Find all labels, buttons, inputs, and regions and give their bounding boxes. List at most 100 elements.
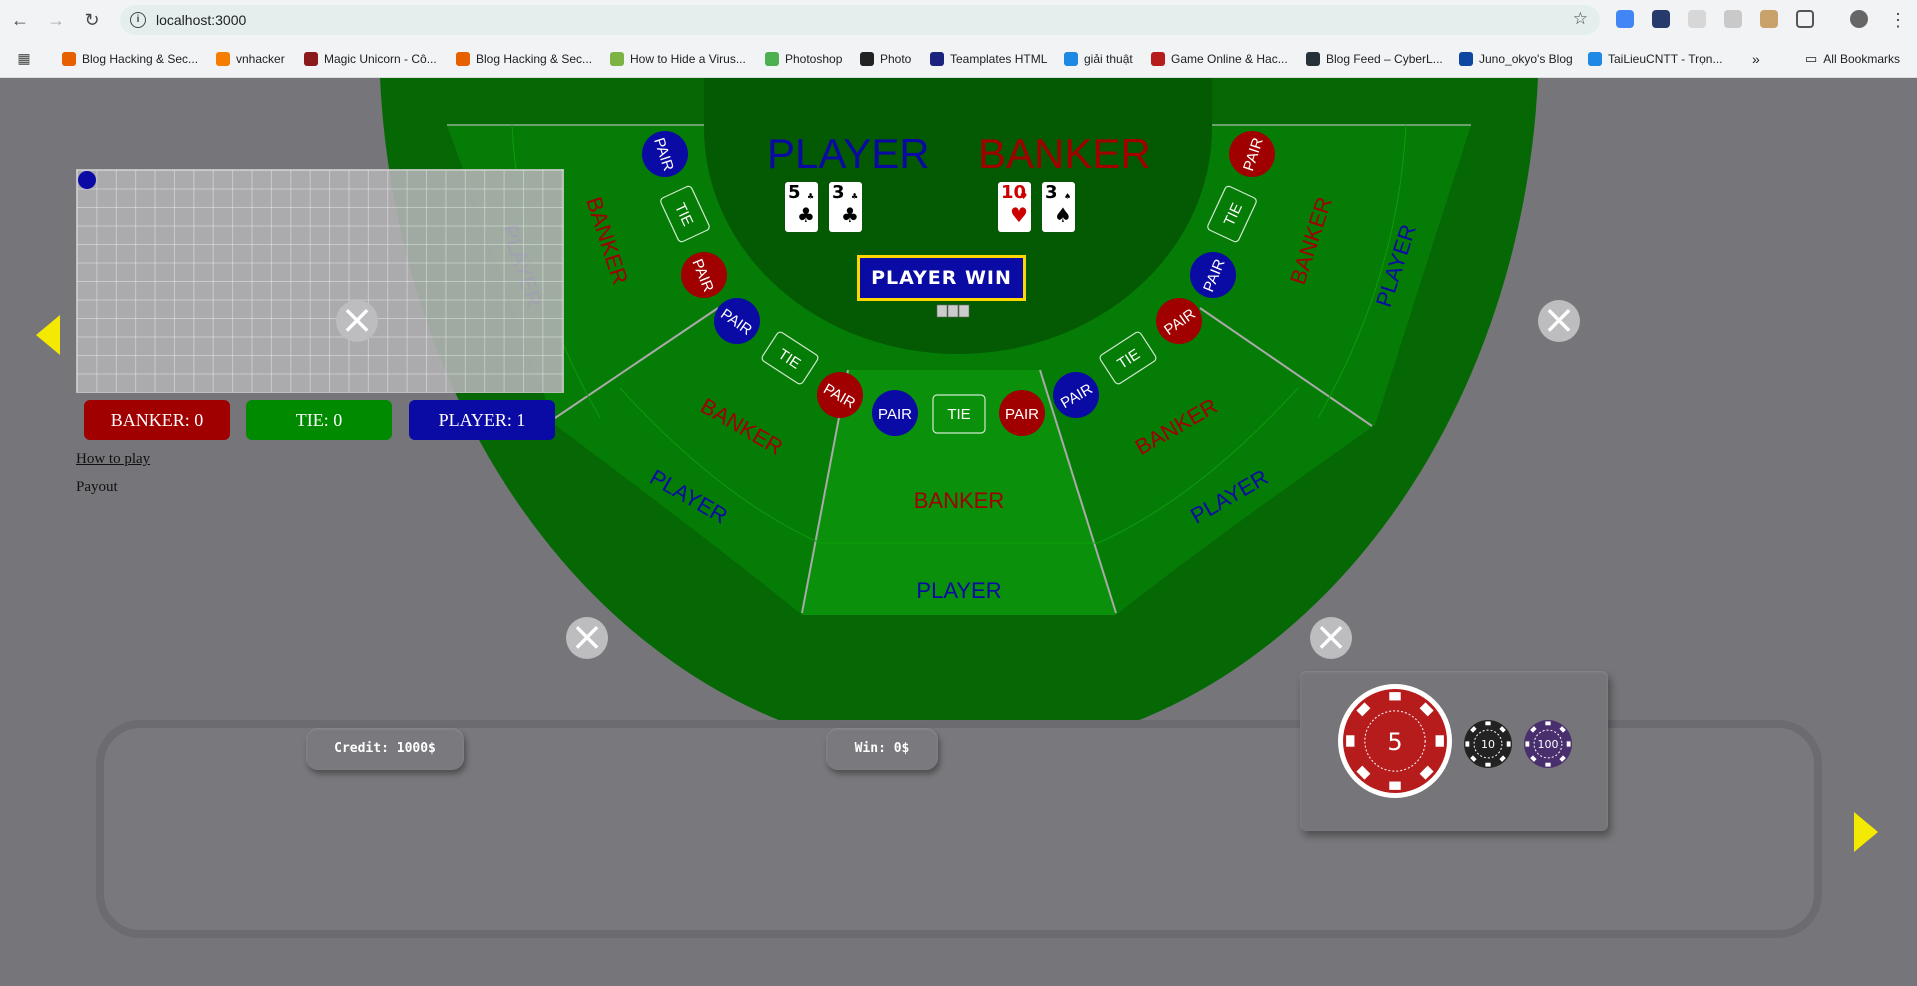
extension-icon[interactable] bbox=[1760, 10, 1778, 28]
bookmark-label: Blog Hacking & Sec... bbox=[82, 52, 199, 66]
address-url[interactable]: localhost:3000 bbox=[156, 12, 246, 28]
card-suit-icon: ♠ bbox=[1054, 203, 1072, 227]
profile-avatar[interactable] bbox=[1850, 10, 1868, 28]
bookmarks-bar: ▦ Blog Hacking & Sec... vnhacker Magic Uni… bbox=[0, 40, 1917, 78]
bookmark-favicon-icon bbox=[304, 52, 318, 66]
bookmark-favicon-icon bbox=[930, 52, 944, 66]
player-pair-bet[interactable]: PAIR bbox=[1053, 372, 1099, 418]
bookmark-favicon-icon bbox=[1151, 52, 1165, 66]
chip-10[interactable]: 10 bbox=[1464, 720, 1512, 768]
banker-pair-bet[interactable]: PAIR bbox=[999, 390, 1045, 436]
banker-card: 10 ♥ ♥ bbox=[998, 182, 1031, 232]
forward-icon[interactable]: → bbox=[44, 8, 68, 32]
how-to-play-link[interactable]: How to play bbox=[76, 451, 150, 468]
banker-pair-bet[interactable]: PAIR bbox=[817, 372, 863, 418]
bookmark-label: Magic Unicorn - Cô... bbox=[324, 52, 437, 66]
site-info-icon[interactable]: i bbox=[130, 12, 146, 28]
bookmark-item[interactable]: Magic Unicorn - Cô... bbox=[304, 50, 437, 68]
bookmark-label: Photo bbox=[880, 52, 912, 66]
bookmark-label: Blog Feed – CyberL... bbox=[1326, 52, 1443, 66]
address-bar[interactable]: i localhost:3000 ☆ bbox=[120, 5, 1600, 35]
extension-icon[interactable] bbox=[1724, 10, 1742, 28]
banker-pair-bet[interactable]: PAIR bbox=[1156, 298, 1202, 344]
reload-icon[interactable]: ↻ bbox=[80, 8, 104, 32]
player-pair-bet[interactable]: PAIR bbox=[642, 131, 688, 177]
banker-pair-bet[interactable]: PAIR bbox=[1229, 131, 1275, 177]
card-shoe-icon bbox=[936, 304, 970, 318]
bookmark-label: Game Online & Hac... bbox=[1171, 52, 1288, 66]
win-display: Win: 0$ bbox=[826, 728, 938, 770]
player-pair-bet[interactable]: PAIR bbox=[714, 298, 760, 344]
credit-display: Credit: 1000$ bbox=[306, 728, 464, 770]
prev-arrow-icon[interactable] bbox=[36, 315, 60, 355]
bookmark-favicon-icon bbox=[1306, 52, 1320, 66]
bookmark-favicon-icon bbox=[62, 52, 76, 66]
banker-count-badge: BANKER: 0 bbox=[84, 400, 230, 440]
bet-banker-label[interactable]: BANKER bbox=[914, 488, 1004, 513]
extensions-puzzle-icon[interactable] bbox=[1796, 10, 1814, 28]
player-pair-bet[interactable]: PAIR bbox=[872, 390, 918, 436]
bookmark-item[interactable]: How to Hide a Virus... bbox=[610, 50, 746, 68]
player-hand-label: PLAYER bbox=[767, 130, 930, 177]
roadmap-player-dot bbox=[78, 171, 96, 189]
result-banner: PLAYER WIN bbox=[857, 255, 1026, 301]
clear-bet-close-icon[interactable]: × bbox=[1538, 300, 1580, 342]
banker-pair-bet[interactable]: PAIR bbox=[681, 252, 727, 298]
bookmark-item[interactable]: Game Online & Hac... bbox=[1151, 50, 1288, 68]
player-count-badge: PLAYER: 1 bbox=[409, 400, 555, 440]
bookmark-item[interactable]: Blog Feed – CyberL... bbox=[1306, 50, 1443, 68]
svg-text:TIE: TIE bbox=[947, 406, 970, 423]
bookmark-label: How to Hide a Virus... bbox=[630, 52, 746, 66]
bookmark-item[interactable]: Photo bbox=[860, 50, 911, 68]
clear-bet-close-icon[interactable]: × bbox=[1310, 617, 1352, 659]
menu-dots-icon[interactable]: ⋮ bbox=[1886, 8, 1910, 32]
react-extension-icon[interactable] bbox=[1652, 10, 1670, 28]
bookmark-label: vnhacker bbox=[236, 52, 285, 66]
back-icon[interactable]: ← bbox=[8, 8, 32, 32]
card-rank: 5 bbox=[788, 182, 801, 203]
bookmark-favicon-icon bbox=[860, 52, 874, 66]
card-rank: 3 bbox=[832, 182, 845, 203]
bookmark-favicon-icon bbox=[456, 52, 470, 66]
bookmark-star-icon[interactable]: ☆ bbox=[1573, 9, 1588, 29]
extension-icon[interactable] bbox=[1688, 10, 1706, 28]
chip-100[interactable]: 100 bbox=[1524, 720, 1572, 768]
bookmark-favicon-icon bbox=[1459, 52, 1473, 66]
all-bookmarks-label: All Bookmarks bbox=[1823, 52, 1900, 66]
bookmark-item[interactable]: Teamplates HTML bbox=[930, 50, 1047, 68]
roadmap-grid bbox=[76, 169, 564, 393]
chip-5[interactable]: 5 bbox=[1338, 684, 1452, 798]
clear-bet-close-icon[interactable]: × bbox=[566, 617, 608, 659]
more-bookmarks-icon[interactable]: » bbox=[1752, 50, 1760, 68]
bookmark-favicon-icon bbox=[216, 52, 230, 66]
translate-extension-icon[interactable] bbox=[1616, 10, 1634, 28]
bookmark-item[interactable]: Blog Hacking & Sec... bbox=[456, 50, 592, 68]
card-suit-icon: ♥ bbox=[1010, 203, 1028, 227]
bookmark-item[interactable]: Juno_okyo's Blog bbox=[1459, 50, 1573, 68]
apps-grid-icon[interactable]: ▦ bbox=[12, 46, 36, 70]
bookmark-label: Teamplates HTML bbox=[950, 52, 1048, 66]
clear-bet-close-icon[interactable]: × bbox=[336, 300, 378, 342]
bookmark-label: TaiLieuCNTT - Trọn... bbox=[1608, 52, 1723, 66]
card-suit-icon: ♣ bbox=[797, 203, 815, 227]
bookmark-item[interactable]: TaiLieuCNTT - Trọn... bbox=[1588, 50, 1722, 68]
player-card: 5 ♣ ♣ bbox=[785, 182, 818, 232]
next-arrow-icon[interactable] bbox=[1854, 812, 1878, 852]
folder-icon: ▭ bbox=[1805, 51, 1818, 66]
card-suit-icon: ♣ bbox=[841, 203, 859, 227]
bookmark-item[interactable]: giải thuật bbox=[1064, 50, 1133, 68]
all-bookmarks-folder[interactable]: ▭ All Bookmarks bbox=[1805, 50, 1900, 68]
player-pair-bet[interactable]: PAIR bbox=[1190, 252, 1236, 298]
baccarat-game: BANKER PLAYER BANKER PLAYER BANKER PLAYE… bbox=[0, 78, 1917, 986]
bookmark-item[interactable]: vnhacker bbox=[216, 50, 285, 68]
card-rank: 3 bbox=[1045, 182, 1058, 203]
bookmark-favicon-icon bbox=[1064, 52, 1078, 66]
payout-link[interactable]: Payout bbox=[76, 479, 118, 496]
bookmark-favicon-icon bbox=[610, 52, 624, 66]
svg-text:PAIR: PAIR bbox=[1005, 406, 1039, 423]
bet-player-label[interactable]: PLAYER bbox=[916, 578, 1001, 603]
bookmark-label: Blog Hacking & Sec... bbox=[476, 52, 593, 66]
bookmark-item[interactable]: Blog Hacking & Sec... bbox=[62, 50, 198, 68]
tie-count-badge: TIE: 0 bbox=[246, 400, 392, 440]
bookmark-item[interactable]: Photoshop bbox=[765, 50, 842, 68]
